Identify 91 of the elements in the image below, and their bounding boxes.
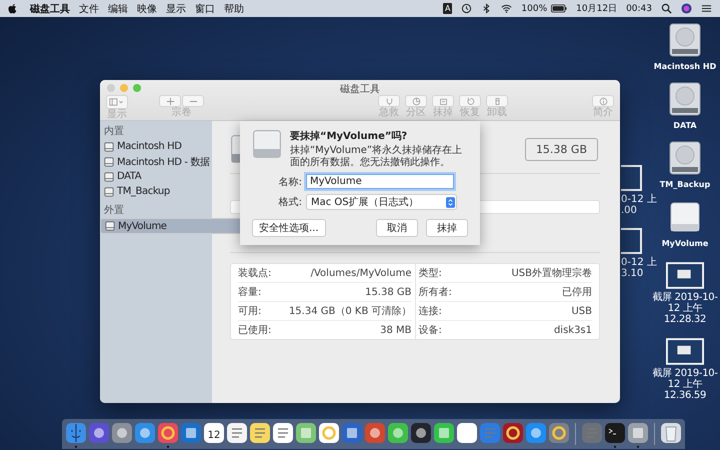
file-label: MyVolume (662, 238, 708, 249)
sidebar-heading: 外置 (103, 204, 125, 218)
info-label: 设备: (418, 324, 442, 337)
volume-size: 15.38 GB (524, 138, 598, 160)
info-value: 已停用 (562, 286, 592, 299)
dialog-title: 要抹掉“MyVolume”吗? (290, 130, 408, 143)
sidebar-item[interactable]: Macintosh HD - 数据 (100, 154, 212, 169)
info-value: /Volumes/MyVolume (310, 268, 412, 278)
siri-icon[interactable] (681, 3, 692, 14)
hard-drive-icon[interactable] (667, 81, 703, 117)
apple-logo-icon[interactable] (8, 3, 17, 14)
dialog-message: 抹掉“MyVolume”将永久抹掉储存在上面的所有数据。您无法撤销此操作。 (290, 145, 464, 169)
color-ring-icon[interactable] (157, 422, 179, 448)
toolbar-button[interactable] (405, 95, 427, 107)
file-label: 截屏 2019-10-12 上午 12.36.59 (651, 368, 719, 401)
name-input-field[interactable]: MyVolume (306, 174, 454, 189)
menu-bar-date[interactable]: 10月12日 (576, 2, 618, 15)
screenshot-thumbnail[interactable] (666, 262, 704, 289)
menu-bar-clock[interactable]: 00:43 (626, 4, 652, 14)
menu-item[interactable]: 编辑 (108, 2, 128, 16)
remove-volume-button[interactable] (182, 95, 204, 107)
input-source-indicator[interactable]: A (442, 3, 452, 14)
pie-chart-icon (412, 96, 420, 106)
stepper-arrows-icon (446, 196, 455, 208)
field-label: 名称: (278, 176, 302, 188)
battery-icon[interactable] (551, 4, 568, 13)
circular-arrow-icon (466, 96, 474, 106)
info-label: 可用: (238, 305, 262, 318)
wifi-icon[interactable] (501, 3, 512, 14)
file-label: 3.10 (621, 268, 644, 279)
file-label: Macintosh HD (654, 61, 716, 72)
file-label: TM_Backup (660, 179, 710, 190)
menu-item[interactable]: 文件 (79, 2, 99, 16)
info-value: USB外置物理宗卷 (511, 266, 592, 280)
smiley-face-icon[interactable] (65, 422, 87, 448)
toolbar-button[interactable] (459, 95, 481, 107)
window-title: 磁盘工具 (339, 83, 381, 96)
terminal-icon[interactable] (604, 422, 626, 448)
cancel-button[interactable]: 取消 (376, 219, 418, 237)
plus-icon (166, 96, 174, 106)
screenshot-thumbnail[interactable] (621, 165, 642, 191)
toolbar-label: 卸载 (487, 107, 507, 119)
info-label: 装载点: (238, 266, 272, 280)
menu-item[interactable]: 帮助 (224, 2, 244, 16)
menu-item[interactable]: 窗口 (195, 2, 215, 16)
field-label: 格式: (278, 196, 302, 209)
info-icon (598, 96, 608, 106)
info-value: 15.34 GB（0 KB 可清除） (288, 304, 412, 318)
info-label: 类型: (418, 266, 442, 280)
toolbar-label: 分区 (406, 107, 426, 119)
file-label: DATA (673, 120, 697, 131)
toolbar-button[interactable] (378, 95, 400, 107)
screenshot-thumbnail[interactable] (666, 338, 704, 365)
info-label: 已使用: (238, 324, 272, 337)
erase-button[interactable]: 抹掉 (426, 219, 468, 237)
menu-item[interactable]: 显示 (166, 2, 186, 16)
add-volume-button[interactable] (159, 95, 181, 107)
info-value: 15.38 GB (365, 286, 412, 298)
toolbar-label: 恢复 (460, 107, 480, 119)
hard-drive-icon[interactable] (667, 22, 703, 58)
battery-percentage: 100% (521, 4, 548, 14)
sidebar-icon (109, 98, 125, 106)
toolbar-label: 抹掉 (433, 107, 453, 119)
info-value: USB (571, 306, 592, 316)
menu-item[interactable]: 磁盘工具 (30, 2, 70, 16)
security-options-button[interactable]: 安全性选项... (252, 219, 326, 237)
file-label: 截屏 2019-10-12 上午 12.28.32 (651, 292, 719, 325)
info-value: disk3s1 (554, 324, 592, 336)
list-icon[interactable] (701, 3, 712, 14)
info-value: 38 MB (380, 324, 412, 336)
format-dropdown[interactable]: Mac OS扩展（日志式） (306, 194, 457, 210)
info-button[interactable] (592, 95, 614, 107)
search-icon[interactable] (661, 3, 672, 14)
sidebar-item[interactable]: TM_Backup (100, 184, 212, 199)
sidebar-heading: 内置 (103, 124, 125, 139)
toolbar-label: 急救 (379, 107, 399, 119)
file-label: 0-12 上 (621, 194, 657, 205)
toolbar-label: 简介 (593, 107, 613, 119)
bluetooth-icon[interactable] (481, 3, 492, 14)
sidebar-view-button[interactable] (106, 95, 128, 109)
info-label: 容量: (238, 286, 262, 299)
info-label: 所有者: (418, 286, 452, 299)
file-label: 0-12 上 (621, 257, 657, 268)
sidebar-item[interactable]: DATA (100, 169, 212, 184)
file-label: .00 (621, 205, 637, 216)
toolbar-label: 宗卷 (172, 107, 192, 119)
screenshot-thumbnail[interactable] (621, 228, 642, 254)
menu-item[interactable]: 映像 (137, 2, 157, 16)
sidebar-item[interactable]: Macintosh HD (100, 139, 212, 154)
hard-drive-icon[interactable] (667, 140, 703, 176)
info-label: 连接: (418, 304, 442, 318)
